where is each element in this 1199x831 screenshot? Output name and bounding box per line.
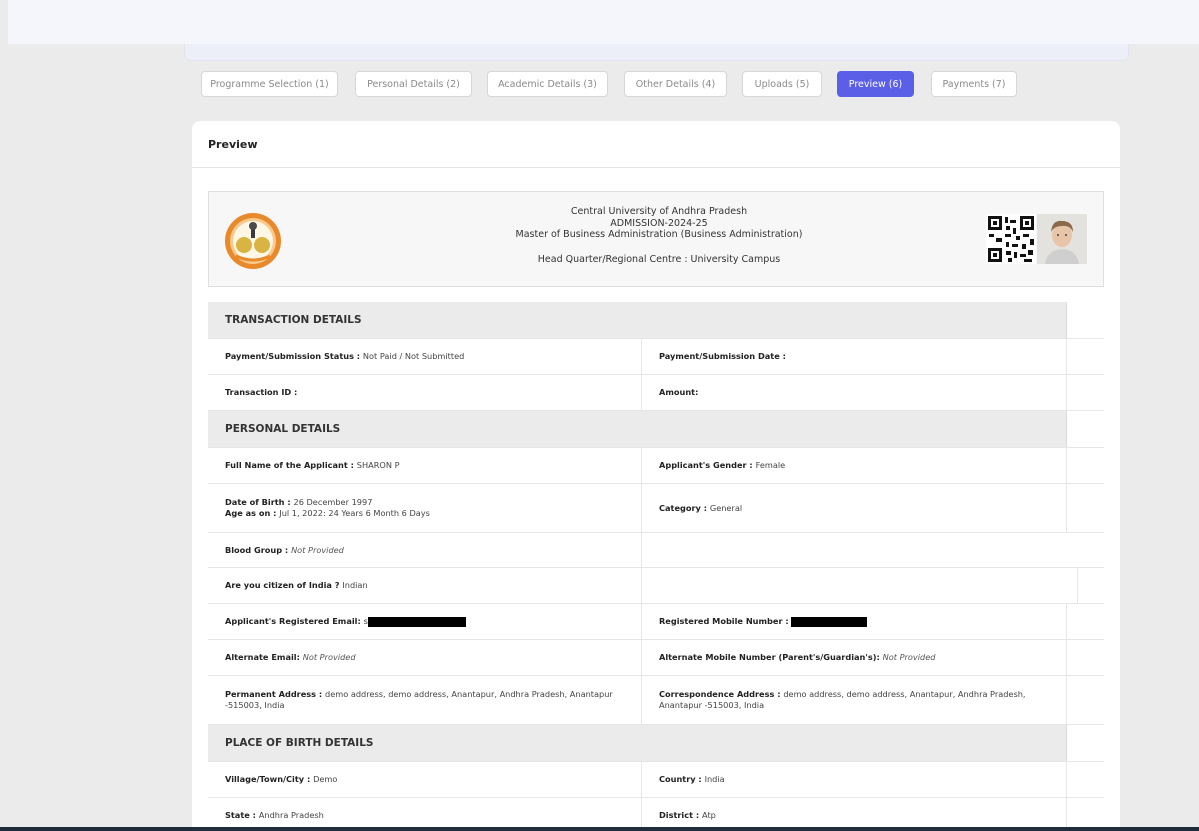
taskbar-edge — [0, 827, 1199, 831]
table-row: Date of Birth : 26 December 1997 Age as … — [208, 484, 1104, 533]
redacted-block — [367, 616, 466, 627]
applicant-name: Full Name of the Applicant : SHARON P — [208, 448, 642, 483]
university-logo-icon — [225, 213, 281, 269]
applicant-gender: Applicant's Gender : Female — [642, 448, 1067, 483]
step-other-details[interactable]: Other Details (4) — [624, 71, 727, 97]
permanent-address: Permanent Address : demo address, demo a… — [208, 676, 642, 724]
registered-email: Applicant's Registered Email: s — [208, 604, 642, 639]
payment-date: Payment/Submission Date : — [642, 339, 1067, 374]
correspondence-address: Correspondence Address : demo address, d… — [642, 676, 1067, 724]
step-programme-selection[interactable]: Programme Selection (1) — [201, 71, 338, 97]
centre-name: Head Quarter/Regional Centre : Universit… — [537, 253, 781, 265]
sub-bar — [184, 44, 1129, 61]
step-payments[interactable]: Payments (7) — [931, 71, 1017, 97]
application-header: Central University of Andhra Pradesh ADM… — [208, 191, 1104, 287]
applicant-photo — [1037, 214, 1087, 264]
table-row: Full Name of the Applicant : SHARON P Ap… — [208, 448, 1104, 484]
country: Country : India — [642, 762, 1067, 797]
payment-status: Payment/Submission Status : Not Paid / N… — [208, 339, 642, 374]
table-row: Applicant's Registered Email: s Register… — [208, 604, 1104, 640]
citizenship: Are you citizen of India ? Indian — [208, 568, 642, 603]
table-row: Payment/Submission Status : Not Paid / N… — [208, 339, 1104, 375]
section-title: PLACE OF BIRTH DETAILS — [208, 725, 1067, 761]
admission-code: ADMISSION-2024-25 — [610, 217, 708, 229]
header-text: Central University of Andhra Pradesh ADM… — [449, 206, 869, 265]
step-personal-details[interactable]: Personal Details (2) — [355, 71, 472, 97]
section-title: TRANSACTION DETAILS — [208, 302, 1067, 338]
blood-group: Blood Group : Not Provided — [208, 533, 642, 567]
redacted-block — [791, 616, 868, 627]
alternate-mobile: Alternate Mobile Number (Parent's/Guardi… — [642, 640, 1067, 675]
university-name: Central University of Andhra Pradesh — [570, 206, 748, 217]
preview-card: Preview Central University of Andhra Pra… — [192, 121, 1120, 831]
table-row: Blood Group : Not Provided — [208, 533, 1104, 568]
table-row: Are you citizen of India ? Indian — [208, 568, 1104, 604]
top-bar — [8, 0, 1199, 44]
step-preview[interactable]: Preview (6) — [837, 71, 914, 97]
category: Category : General — [642, 484, 1067, 532]
card-title: Preview — [208, 137, 258, 151]
alternate-email: Alternate Email: Not Provided — [208, 640, 642, 675]
step-academic-details[interactable]: Academic Details (3) — [487, 71, 608, 97]
section-title: PERSONAL DETAILS — [208, 411, 1067, 447]
section-place-of-birth: PLACE OF BIRTH DETAILS — [208, 725, 1104, 762]
table-row: Permanent Address : demo address, demo a… — [208, 676, 1104, 725]
step-uploads[interactable]: Uploads (5) — [742, 71, 822, 97]
transaction-id: Transaction ID : — [208, 375, 642, 410]
section-transaction-details: TRANSACTION DETAILS — [208, 302, 1104, 339]
details-table: TRANSACTION DETAILS Payment/Submission S… — [208, 302, 1104, 831]
qr-code-icon — [986, 214, 1036, 264]
registered-mobile: Registered Mobile Number : — [642, 604, 1067, 639]
section-personal-details: PERSONAL DETAILS — [208, 411, 1104, 448]
amount: Amount: — [642, 375, 1067, 410]
village-town-city: Village/Town/City : Demo — [208, 762, 642, 797]
table-row: Alternate Email: Not Provided Alternate … — [208, 640, 1104, 676]
date-of-birth: Date of Birth : 26 December 1997 Age as … — [208, 484, 642, 532]
card-header: Preview — [192, 121, 1120, 168]
table-row: Transaction ID : Amount: — [208, 375, 1104, 411]
table-row: Village/Town/City : Demo Country : India — [208, 762, 1104, 798]
programme-name: Master of Business Administration (Busin… — [515, 229, 803, 240]
